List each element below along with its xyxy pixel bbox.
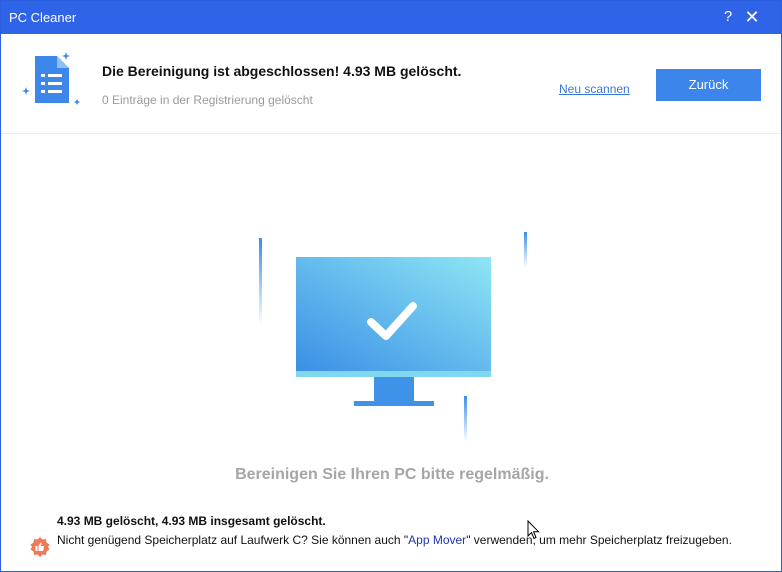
result-header: Die Bereinigung ist abgeschlossen! 4.93 …: [1, 34, 781, 134]
document-sparkle-icon: [22, 52, 80, 105]
notice-text-after: " verwenden, um mehr Speicherplatz freiz…: [466, 533, 732, 547]
storage-notice: Nicht genügend Speicherplatz auf Laufwer…: [57, 532, 737, 548]
close-icon[interactable]: ✕: [741, 6, 763, 28]
maintenance-hint: Bereinigen Sie Ihren PC bitte regelmäßig…: [235, 466, 549, 483]
window-title: PC Cleaner: [9, 10, 77, 25]
deletion-summary: 4.93 MB gelöscht, 4.93 MB insgesamt gelö…: [57, 514, 326, 528]
notice-text-before: Nicht genügend Speicherplatz auf Laufwer…: [57, 533, 409, 547]
help-icon[interactable]: ?: [717, 6, 739, 28]
mouse-cursor-icon: [527, 520, 540, 540]
cleanup-headline: Die Bereinigung ist abgeschlossen! 4.93 …: [102, 63, 462, 79]
app-mover-link[interactable]: App Mover: [408, 533, 466, 547]
pc-cleaner-window: PC Cleaner ? ✕ Die Bereinigung ist abges…: [0, 0, 782, 572]
rescan-link[interactable]: Neu scannen: [559, 82, 630, 96]
registry-status: 0 Einträge in der Registrierung gelöscht: [102, 93, 313, 107]
monitor-checkmark-icon: [259, 232, 527, 442]
thumbs-up-badge-icon: [30, 537, 50, 557]
title-bar[interactable]: PC Cleaner ? ✕: [1, 1, 781, 34]
back-button[interactable]: Zurück: [656, 69, 761, 101]
